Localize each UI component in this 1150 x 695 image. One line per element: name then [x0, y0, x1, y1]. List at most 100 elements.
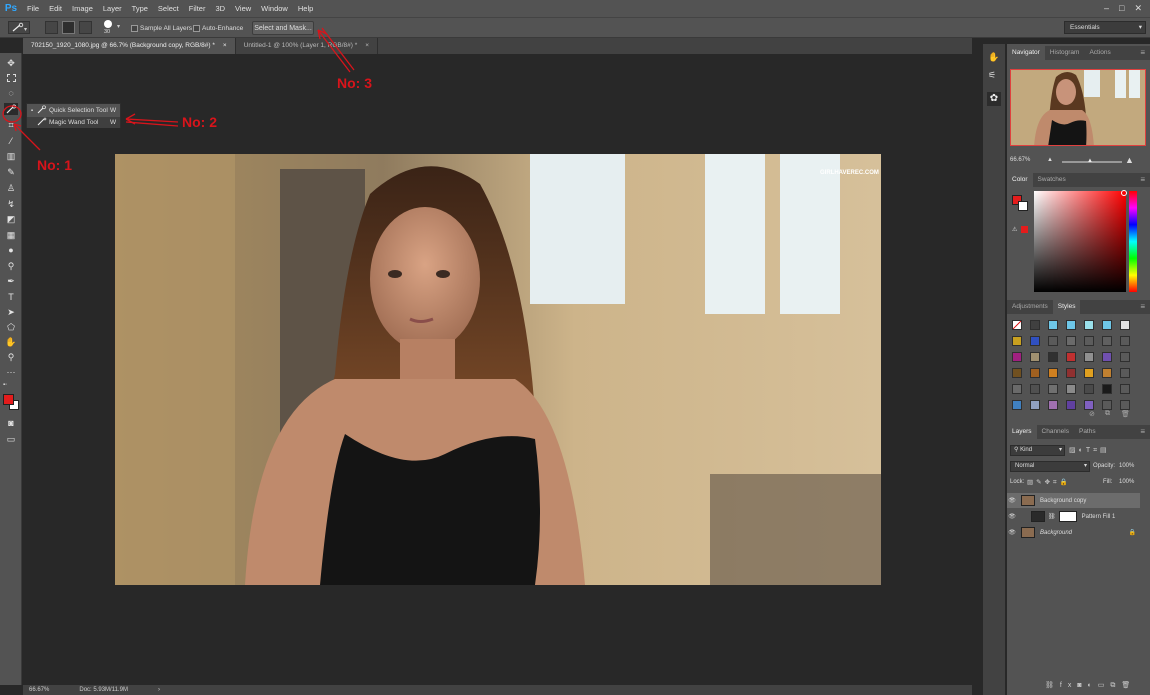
tab-histogram[interactable]: Histogram: [1045, 46, 1085, 60]
style-preset-swatch[interactable]: [1030, 352, 1040, 362]
workspace-select[interactable]: Essentials ▾: [1064, 21, 1146, 34]
brush-picker-icon[interactable]: [104, 20, 112, 28]
color-picker-handle[interactable]: [1121, 190, 1127, 196]
tab-document-1[interactable]: 702150_1920_1080.jpg @ 66.7% (Background…: [23, 38, 236, 54]
tab-swatches[interactable]: Swatches: [1033, 173, 1071, 187]
gamut-color-chip[interactable]: [1021, 226, 1028, 233]
style-preset-swatch[interactable]: [1066, 320, 1076, 330]
history-brush-tool-icon[interactable]: ↯: [4, 198, 18, 210]
clone-stamp-tool-icon[interactable]: ♙: [4, 182, 18, 194]
style-preset-swatch[interactable]: [1102, 368, 1112, 378]
delete-style-icon[interactable]: 🗑: [1121, 410, 1130, 418]
screen-mode-icon[interactable]: ▭: [4, 433, 18, 445]
layer-filter-kind[interactable]: ⚲ Kind ▾: [1010, 445, 1065, 456]
gamut-warning-icon[interactable]: ⚠: [1012, 226, 1017, 233]
foreground-color-swatch[interactable]: [3, 394, 14, 405]
dodge-tool-icon[interactable]: ⚲: [4, 260, 18, 272]
navigator-preview[interactable]: [1010, 69, 1146, 146]
eye-icon[interactable]: 👁: [1007, 513, 1017, 520]
subtract-from-selection-button[interactable]: [79, 21, 92, 34]
shape-tool-icon[interactable]: ⬠: [4, 321, 18, 333]
no-style-swatch[interactable]: [1012, 320, 1022, 330]
close-icon[interactable]: ×: [223, 38, 227, 54]
tab-document-2[interactable]: Untitled-1 @ 100% (Layer 1, RGB/8#) * ×: [236, 38, 379, 54]
crop-tool-icon[interactable]: ⌗: [4, 119, 18, 131]
style-preset-swatch[interactable]: [1084, 400, 1094, 410]
menu-help[interactable]: Help: [293, 0, 318, 17]
style-preset-swatch[interactable]: [1012, 384, 1022, 394]
layer-row-pattern-fill[interactable]: 👁 ⛓ Pattern Fill 1: [1007, 509, 1140, 524]
close-button[interactable]: ✕: [1134, 3, 1142, 14]
style-preset-swatch[interactable]: [1030, 320, 1040, 330]
menu-layer[interactable]: Layer: [98, 0, 127, 17]
style-preset-swatch[interactable]: [1030, 384, 1040, 394]
style-preset-swatch[interactable]: [1048, 368, 1058, 378]
style-preset-swatch[interactable]: [1030, 368, 1040, 378]
move-tool-icon[interactable]: ✥: [4, 57, 18, 69]
opacity-value[interactable]: 100%: [1119, 463, 1134, 469]
libraries-panel-icon[interactable]: ✿: [987, 92, 1001, 106]
new-selection-button[interactable]: [45, 21, 58, 34]
style-preset-swatch[interactable]: [1120, 384, 1130, 394]
maximize-button[interactable]: □: [1119, 3, 1124, 14]
style-preset-swatch[interactable]: [1066, 384, 1076, 394]
style-preset-swatch[interactable]: [1066, 400, 1076, 410]
default-colors-icon[interactable]: ▪◦: [3, 382, 7, 388]
tab-navigator[interactable]: Navigator: [1007, 46, 1045, 60]
style-preset-swatch[interactable]: [1012, 368, 1022, 378]
fill-value[interactable]: 100%: [1119, 479, 1134, 485]
panel-menu-icon[interactable]: ≡: [1140, 425, 1150, 439]
clear-style-icon[interactable]: ⊘: [1089, 410, 1095, 418]
canvas-image[interactable]: GIRLHAVEREC.COM: [115, 154, 881, 585]
eraser-tool-icon[interactable]: ◩: [4, 213, 18, 225]
hand-tool-icon[interactable]: ✋: [4, 336, 18, 348]
menu-image[interactable]: Image: [67, 0, 98, 17]
flyout-item-quick-selection[interactable]: ▪ Quick Selection Tool W: [27, 105, 120, 116]
style-preset-swatch[interactable]: [1048, 352, 1058, 362]
style-preset-swatch[interactable]: [1120, 368, 1130, 378]
style-preset-swatch[interactable]: [1048, 336, 1058, 346]
tab-adjustments[interactable]: Adjustments: [1007, 300, 1053, 314]
minimize-button[interactable]: –: [1104, 3, 1109, 14]
lasso-tool-icon[interactable]: ◌: [4, 87, 18, 99]
layer-row-background-copy[interactable]: 👁 Background copy: [1007, 493, 1140, 508]
style-preset-swatch[interactable]: [1102, 352, 1112, 362]
panel-menu-icon[interactable]: ≡: [1140, 300, 1150, 314]
style-preset-swatch[interactable]: [1120, 400, 1130, 410]
new-style-icon[interactable]: ⧉: [1105, 410, 1110, 418]
properties-panel-icon[interactable]: ⚟: [988, 70, 996, 81]
style-preset-swatch[interactable]: [1048, 384, 1058, 394]
close-icon[interactable]: ×: [365, 38, 369, 54]
quick-selection-tool-icon[interactable]: [4, 103, 18, 115]
pen-tool-icon[interactable]: ✒: [4, 275, 18, 287]
status-arrow-icon[interactable]: ›: [158, 687, 160, 693]
style-preset-swatch[interactable]: [1066, 352, 1076, 362]
panel-menu-icon[interactable]: ≡: [1140, 173, 1150, 187]
style-preset-swatch[interactable]: [1084, 384, 1094, 394]
tab-color[interactable]: Color: [1007, 173, 1033, 187]
style-preset-swatch[interactable]: [1084, 320, 1094, 330]
layer-filter-icons[interactable]: ▨◐T⌗▤: [1069, 446, 1110, 455]
menu-window[interactable]: Window: [256, 0, 293, 17]
blur-tool-icon[interactable]: ●: [4, 244, 18, 256]
sample-all-layers-checkbox[interactable]: [131, 25, 138, 32]
style-preset-swatch[interactable]: [1102, 384, 1112, 394]
style-preset-swatch[interactable]: [1084, 368, 1094, 378]
quick-mask-icon[interactable]: ◙: [4, 417, 18, 429]
color-panel-background[interactable]: [1018, 201, 1028, 211]
style-preset-swatch[interactable]: [1066, 336, 1076, 346]
add-to-selection-button[interactable]: [62, 21, 75, 34]
style-preset-swatch[interactable]: [1084, 352, 1094, 362]
flyout-item-magic-wand[interactable]: Magic Wand Tool W: [27, 117, 120, 128]
style-preset-swatch[interactable]: [1120, 336, 1130, 346]
menu-type[interactable]: Type: [127, 0, 153, 17]
brush-tool-icon[interactable]: ✎: [4, 166, 18, 178]
style-preset-swatch[interactable]: [1084, 336, 1094, 346]
gradient-tool-icon[interactable]: ▦: [4, 229, 18, 241]
lock-icons[interactable]: ▨✎✥⌗🔒: [1027, 478, 1071, 487]
style-preset-swatch[interactable]: [1012, 336, 1022, 346]
style-preset-swatch[interactable]: [1030, 400, 1040, 410]
eyedropper-tool-icon[interactable]: ⁄: [4, 135, 18, 147]
eye-icon[interactable]: 👁: [1007, 529, 1017, 536]
tab-channels[interactable]: Channels: [1037, 425, 1074, 439]
